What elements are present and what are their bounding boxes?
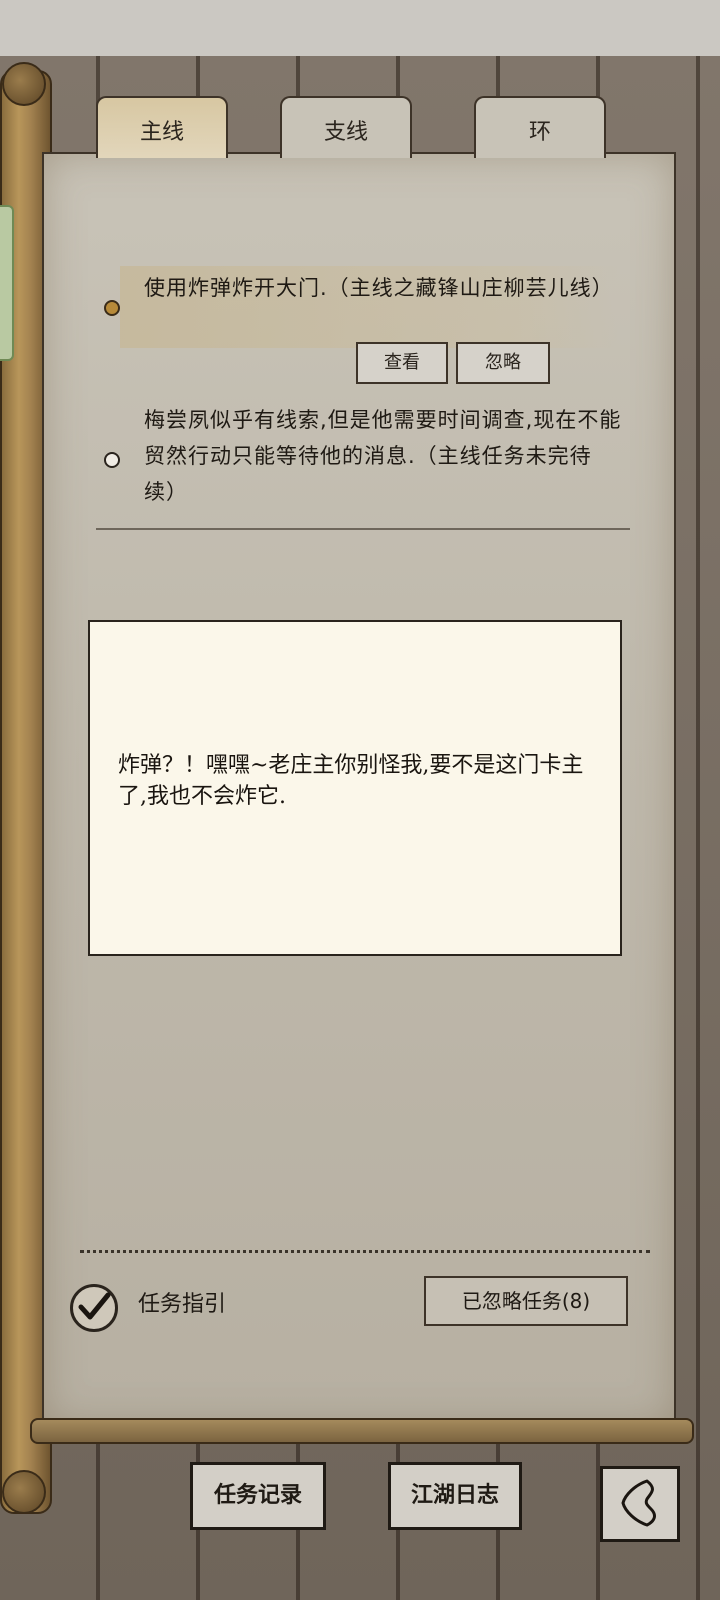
tab-ring-quest[interactable]: 环	[474, 96, 606, 158]
task-record-button[interactable]: 任务记录	[190, 1462, 326, 1530]
dotted-divider	[80, 1250, 650, 1253]
checkmark-icon	[78, 1292, 111, 1320]
task-item-2[interactable]: 梅尝夙似乎有线索,但是他需要时间调查,现在不能贸然行动只能等待他的消息.（主线任…	[144, 402, 624, 510]
task-guide-label: 任务指引	[138, 1292, 227, 1317]
task-status-dot-inactive	[104, 452, 120, 468]
task-status-dot-active	[104, 300, 120, 316]
task-item-1[interactable]: 使用炸弹炸开大门.（主线之藏锋山庄柳芸儿线）	[144, 270, 624, 306]
task-description-text: 炸弹？！嘿嘿~老庄主你别怪我,要不是这门卡主了,我也不会炸它.	[118, 753, 584, 809]
scroll-cap-top	[2, 62, 46, 106]
side-marker	[0, 205, 14, 361]
jianghu-log-button[interactable]: 江湖日志	[388, 1462, 522, 1530]
task-list-divider	[96, 528, 630, 530]
back-button[interactable]	[600, 1466, 680, 1542]
view-task-button[interactable]: 查看	[356, 342, 448, 384]
tab-main-quest[interactable]: 主线	[96, 96, 228, 158]
scroll-cap-bottom	[2, 1470, 46, 1514]
ignore-task-button[interactable]: 忽略	[456, 342, 550, 384]
task-guide-checkbox[interactable]	[70, 1284, 118, 1332]
scroll-bottom-edge	[30, 1418, 694, 1444]
status-bar	[0, 0, 720, 56]
ignored-tasks-button[interactable]: 已忽略任务(8)	[424, 1276, 628, 1326]
back-arrow-icon	[621, 1479, 656, 1527]
tab-side-quest[interactable]: 支线	[280, 96, 412, 158]
